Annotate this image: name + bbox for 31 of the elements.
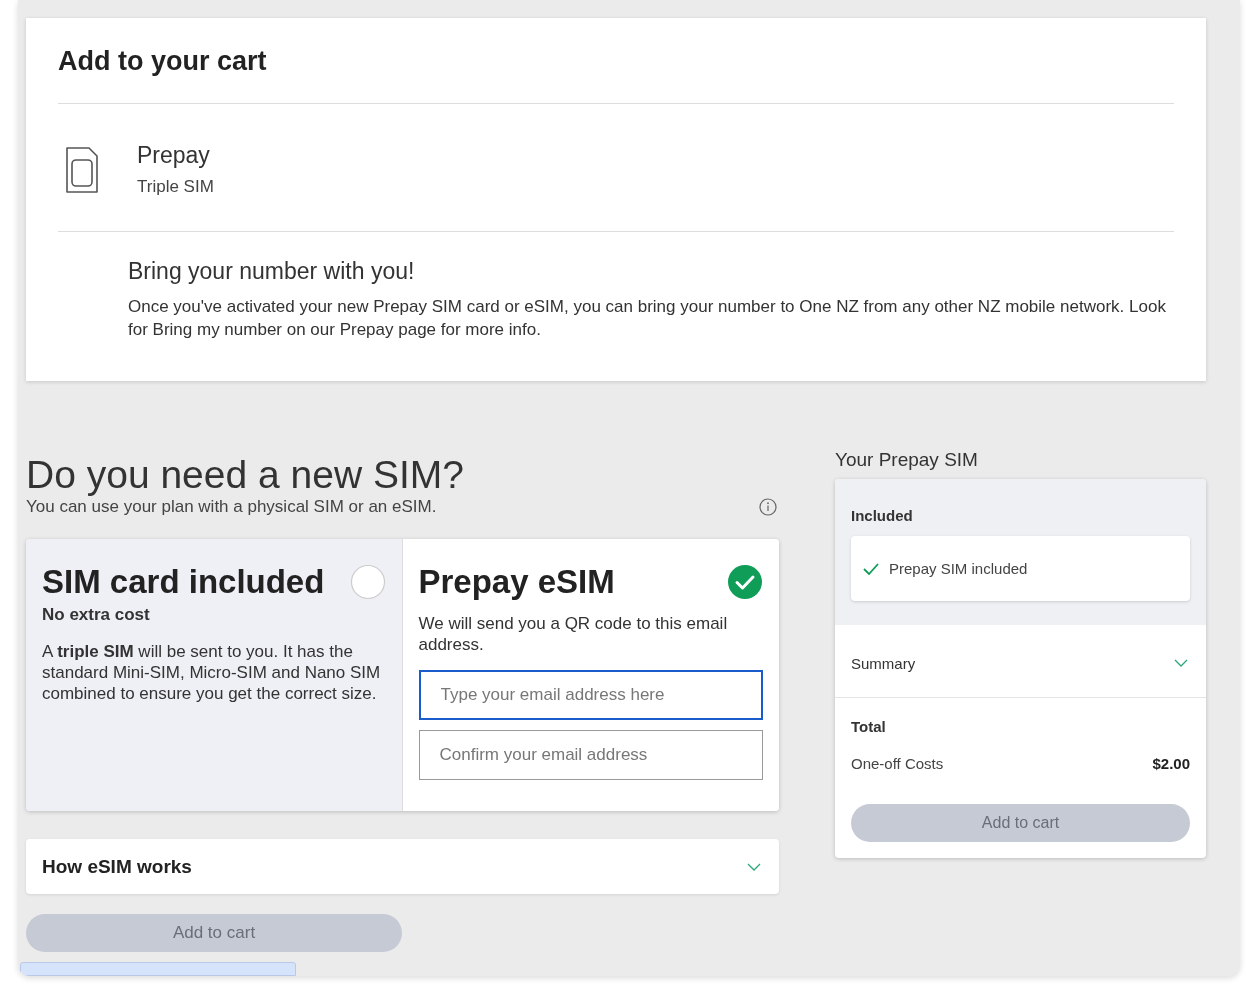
cost-label: One-off Costs <box>851 755 944 772</box>
cart-title: Add to your cart <box>58 46 1174 104</box>
radio-icon[interactable] <box>349 564 386 600</box>
info-icon[interactable] <box>759 498 777 516</box>
section-title: Do you need a new SIM? <box>26 453 465 497</box>
notice-title: Bring your number with you! <box>128 258 416 285</box>
sim-card-icon <box>65 145 99 194</box>
accordion-header[interactable]: How eSIM works <box>26 839 779 894</box>
product-variant: Triple SIM <box>137 177 214 197</box>
summary-label: Summary <box>851 654 916 672</box>
option-subtitle: No extra cost <box>42 605 151 625</box>
section-subtitle: You can use your plan with a physical SIM or an eSIM. <box>26 497 437 517</box>
option-title: Prepay eSIM <box>418 563 615 601</box>
summary-title: Your Prepay SIM <box>835 449 979 471</box>
option-description: A triple SIM will be sent to you. It has the standard Mini-SIM, Micro-SIM and Nano SIM combined to ensure you get the correct size. <box>42 641 382 704</box>
email-field[interactable]: Type your email address here <box>418 670 763 720</box>
sim-option[interactable]: Prepay eSIM We will send you a QR code to this email address. Type your email address here Confirm your email address <box>402 539 779 811</box>
option-title: SIM card included <box>42 563 325 601</box>
checked-radio-icon[interactable] <box>727 564 763 600</box>
product-name: Prepay <box>137 142 211 169</box>
cost-value: $2.00 <box>1152 755 1190 772</box>
included-label: Included <box>851 507 914 524</box>
check-icon <box>863 562 879 575</box>
email-field[interactable]: Confirm your email address <box>418 730 763 780</box>
summary-accordion[interactable]: Summary <box>835 625 1206 698</box>
sim-option[interactable]: SIM card included No extra cost A triple SIM will be sent to you. It has the standard Mini-SIM, Micro-SIM and Nano SIM combined to ensure you get the correct size. <box>26 539 403 811</box>
notice-text: Once you've activated your new Prepay SIM card or eSIM, you can bring your number to One NZ from any other NZ mobile network. Look for Bring my number on our Prepay page for more info. <box>128 296 1167 341</box>
accordion-label: How eSIM works <box>42 855 192 878</box>
total-label: Total <box>851 718 887 735</box>
included-item: Prepay SIM included <box>889 560 1028 577</box>
option-description: We will send you a QR code to this email address. <box>418 613 729 655</box>
